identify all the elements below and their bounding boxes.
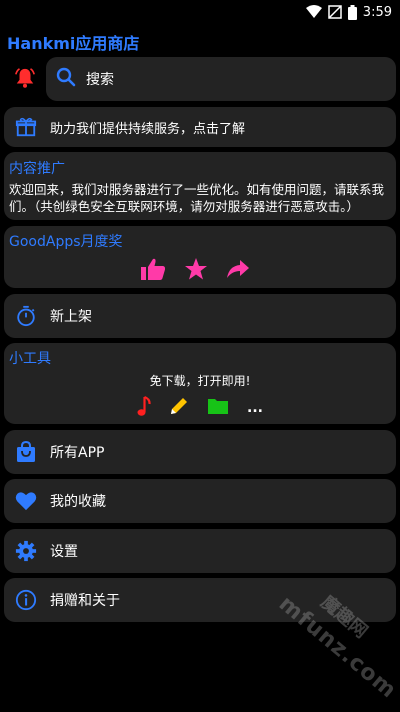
pencil-icon[interactable]: [169, 396, 189, 420]
award-title: GoodApps月度奖: [9, 234, 123, 250]
gift-icon: [14, 115, 38, 139]
favorites-button[interactable]: 我的收藏: [4, 479, 396, 523]
info-icon: [14, 588, 38, 612]
wifi-icon: [305, 5, 322, 19]
stopwatch-icon: [14, 304, 38, 328]
more-tools-button[interactable]: ...: [247, 400, 263, 416]
tools-card: 小工具 免下载，打开即用! ...: [4, 343, 396, 424]
promo-title: 内容推广: [9, 161, 65, 177]
folder-icon[interactable]: [207, 397, 229, 419]
search-label: 搜索: [86, 72, 114, 88]
donate-about-label: 捐赠和关于: [50, 593, 120, 609]
share-icon[interactable]: [226, 258, 250, 284]
thumbs-up-icon[interactable]: [140, 257, 166, 285]
signal-off-icon: [328, 5, 342, 19]
notification-bell-icon[interactable]: [14, 67, 36, 89]
new-arrivals-button[interactable]: 新上架: [4, 294, 396, 338]
battery-icon: [347, 4, 357, 20]
all-apps-label: 所有APP: [50, 445, 105, 461]
search-icon: [56, 67, 76, 91]
all-apps-button[interactable]: 所有APP: [4, 430, 396, 474]
star-icon[interactable]: [184, 257, 208, 285]
settings-label: 设置: [50, 544, 78, 560]
music-note-icon[interactable]: [137, 395, 151, 421]
promo-card: 内容推广 欢迎回来，我们对服务器进行了一些优化。如有使用问题，请联系我们。（共创…: [4, 152, 396, 220]
settings-button[interactable]: 设置: [4, 529, 396, 573]
favorites-label: 我的收藏: [50, 494, 106, 510]
gear-icon: [14, 539, 38, 563]
shopping-bag-icon: [14, 440, 38, 464]
search-bar[interactable]: 搜索: [46, 57, 396, 101]
status-bar: 3:59: [0, 0, 400, 24]
new-arrivals-label: 新上架: [50, 309, 92, 325]
award-card: GoodApps月度奖: [4, 226, 396, 288]
tools-subtitle: 免下载，打开即用!: [149, 374, 251, 388]
heart-icon: [14, 489, 38, 513]
support-label: 助力我们提供持续服务，点击了解: [50, 121, 246, 137]
app-title: Hankmi应用商店: [7, 34, 140, 53]
promo-text: 欢迎回来，我们对服务器进行了一些优化。如有使用问题，请联系我们。（共创绿色安全互…: [9, 182, 385, 214]
tools-title: 小工具: [9, 351, 51, 367]
support-button[interactable]: 助力我们提供持续服务，点击了解: [4, 107, 396, 147]
status-time: 3:59: [362, 4, 392, 20]
